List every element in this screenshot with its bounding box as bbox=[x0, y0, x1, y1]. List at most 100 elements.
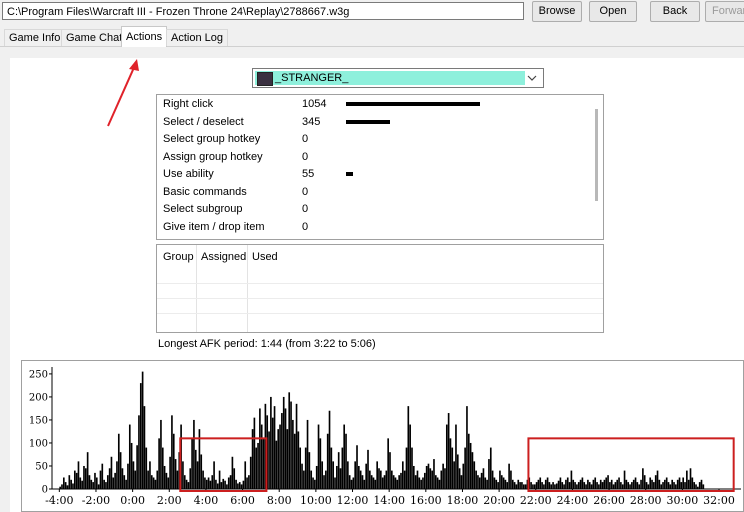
column-header-assigned[interactable]: Assigned bbox=[201, 251, 246, 263]
apm-bar bbox=[643, 475, 646, 489]
x-tick-label: 12:00 bbox=[337, 494, 369, 507]
x-tick-label: 14:00 bbox=[373, 494, 405, 507]
apm-bar bbox=[132, 461, 135, 489]
x-tick-label: 6:00 bbox=[230, 494, 255, 507]
apm-bar bbox=[473, 461, 476, 489]
apm-bar bbox=[308, 452, 311, 489]
apm-bar bbox=[345, 433, 347, 489]
apm-bar bbox=[216, 483, 219, 489]
apm-bar bbox=[352, 477, 355, 489]
apm-bar bbox=[436, 477, 439, 489]
tab-actions[interactable]: Actions bbox=[121, 26, 168, 47]
apm-bar bbox=[649, 477, 652, 489]
back-button[interactable]: Back bbox=[650, 1, 700, 22]
apm-bar bbox=[530, 482, 532, 489]
open-button[interactable]: Open bbox=[589, 1, 637, 22]
apm-bar bbox=[108, 468, 111, 489]
replay-path-field[interactable]: C:\Program Files\Warcraft III - Frozen T… bbox=[2, 2, 524, 20]
apm-bar bbox=[403, 470, 406, 489]
apm-bar bbox=[240, 484, 243, 489]
apm-bar bbox=[354, 461, 357, 489]
apm-bar bbox=[182, 461, 184, 489]
apm-bar bbox=[427, 463, 430, 489]
apm-bar bbox=[81, 480, 83, 489]
apm-bar bbox=[411, 447, 413, 489]
apm-bar bbox=[629, 484, 631, 489]
action-label: Select / deselect bbox=[163, 115, 244, 128]
apm-bar bbox=[110, 456, 113, 489]
apm-bar bbox=[391, 470, 393, 489]
apm-bar bbox=[502, 477, 505, 489]
apm-bar bbox=[260, 424, 263, 489]
apm-bar bbox=[207, 477, 210, 489]
apm-bar bbox=[88, 475, 91, 489]
y-tick-label: 100 bbox=[29, 438, 48, 449]
apm-bar bbox=[99, 470, 102, 489]
apm-bar bbox=[94, 472, 96, 489]
apm-bar bbox=[489, 447, 492, 489]
apm-bar bbox=[64, 482, 67, 489]
apm-bar bbox=[638, 484, 641, 489]
apm-bar bbox=[458, 468, 461, 489]
hotkey-group-table[interactable]: Group Assigned Used bbox=[156, 244, 604, 333]
apm-bar bbox=[90, 479, 93, 489]
apm-bar bbox=[75, 472, 78, 489]
apm-bar bbox=[543, 484, 545, 489]
actions-scrollbar[interactable] bbox=[595, 109, 598, 201]
apm-bar bbox=[440, 470, 443, 489]
apm-bar bbox=[160, 419, 162, 489]
apm-bar bbox=[171, 415, 173, 489]
apm-bar bbox=[392, 475, 395, 489]
apm-bar bbox=[431, 470, 433, 489]
apm-bar bbox=[97, 484, 100, 489]
apm-bar bbox=[191, 438, 193, 489]
apm-bar bbox=[279, 424, 281, 489]
x-tick-label: 8:00 bbox=[267, 494, 292, 507]
apm-bar bbox=[383, 475, 386, 489]
tab-action-log[interactable]: Action Log bbox=[166, 29, 228, 46]
action-bar bbox=[346, 102, 480, 106]
apm-bar bbox=[418, 477, 421, 489]
apm-bar bbox=[317, 424, 320, 489]
apm-bar bbox=[532, 484, 534, 489]
apm-bar bbox=[282, 396, 285, 489]
apm-bar bbox=[84, 468, 87, 489]
apm-bar bbox=[700, 479, 703, 489]
column-header-group[interactable]: Group bbox=[163, 251, 194, 263]
apm-bar bbox=[493, 477, 496, 489]
apm-bar bbox=[684, 482, 686, 489]
player-dropdown[interactable]: _STRANGER_ bbox=[252, 68, 544, 88]
row-divider bbox=[157, 313, 603, 314]
tab-game-chat[interactable]: Game Chat bbox=[61, 29, 128, 46]
apm-bar bbox=[557, 480, 560, 489]
apm-bar bbox=[623, 470, 626, 489]
apm-bar bbox=[112, 477, 115, 489]
actions-list[interactable]: Right click 1054 Select / deselect 345 S… bbox=[156, 94, 604, 240]
apm-bar bbox=[106, 475, 109, 489]
apm-bar bbox=[281, 413, 283, 489]
browse-button[interactable]: Browse bbox=[532, 1, 582, 22]
x-tick-label: 2:00 bbox=[157, 494, 182, 507]
apm-bar bbox=[555, 483, 558, 489]
x-tick-label: 4:00 bbox=[194, 494, 219, 507]
x-tick-label: 20:00 bbox=[483, 494, 515, 507]
apm-bar bbox=[315, 465, 318, 489]
chevron-down-icon[interactable] bbox=[525, 70, 539, 86]
apm-bar bbox=[414, 475, 417, 489]
apm-bar bbox=[697, 486, 699, 489]
apm-bar bbox=[293, 433, 296, 489]
apm-bar bbox=[231, 456, 234, 489]
tab-game-info[interactable]: Game Info bbox=[4, 29, 66, 46]
apm-bar bbox=[358, 465, 360, 489]
apm-bar bbox=[238, 482, 241, 489]
action-label: Right click bbox=[163, 98, 214, 110]
apm-bar bbox=[268, 431, 270, 489]
apm-bar bbox=[444, 468, 446, 489]
apm-bar bbox=[691, 477, 694, 489]
apm-bar bbox=[442, 463, 444, 489]
apm-bar bbox=[193, 419, 195, 489]
apm-bar bbox=[215, 479, 217, 489]
apm-bar bbox=[189, 468, 192, 489]
column-header-used[interactable]: Used bbox=[252, 251, 278, 263]
forward-button[interactable]: Forward bbox=[705, 1, 744, 22]
